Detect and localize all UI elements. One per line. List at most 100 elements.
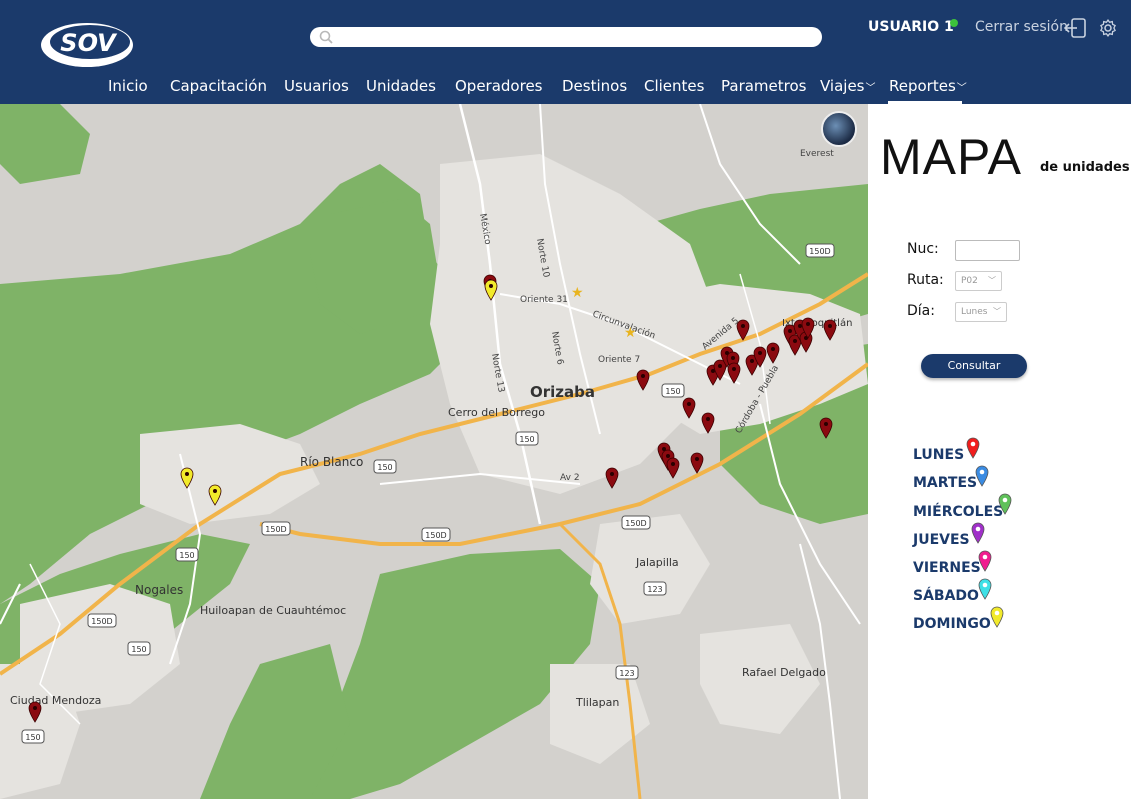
svg-text:150D: 150D xyxy=(425,531,446,540)
sov-logo[interactable]: SOV xyxy=(40,20,134,70)
map-label-street: Av 2 xyxy=(560,473,580,483)
map-view[interactable]: Orizaba Cerro del Borrego Río Blanco Nog… xyxy=(0,104,868,799)
map-label-rio-blanco: Río Blanco xyxy=(300,455,363,469)
map-label-orizaba: Orizaba xyxy=(530,383,595,401)
svg-text:150D: 150D xyxy=(91,617,112,626)
route-shield: 150D xyxy=(805,243,835,258)
dia-select[interactable]: Lunes ﹀ xyxy=(955,302,1007,322)
chevron-down-icon: ﹀ xyxy=(993,307,1001,316)
svg-text:150: 150 xyxy=(519,435,534,444)
nav-clientes[interactable]: Clientes xyxy=(644,77,704,95)
nav-unidades[interactable]: Unidades xyxy=(366,77,436,95)
map-label-cerro: Cerro del Borrego xyxy=(448,406,545,419)
green-zone xyxy=(0,104,90,184)
svg-text:150D: 150D xyxy=(625,519,646,528)
svg-text:123: 123 xyxy=(647,585,662,594)
chevron-down-icon: ﹀ xyxy=(865,83,876,94)
map-label-street: Everest xyxy=(800,149,834,159)
nav-operadores[interactable]: Operadores xyxy=(455,77,543,95)
star-icon: ★ xyxy=(624,325,637,341)
map-label-street: Oriente 7 xyxy=(598,355,640,365)
globe-icon[interactable] xyxy=(821,111,857,147)
chevron-down-icon: ﹀ xyxy=(956,83,967,94)
page-title: MAPA xyxy=(880,129,1022,185)
search-icon xyxy=(319,30,333,44)
dia-select-value: Lunes xyxy=(961,307,988,317)
urban-area xyxy=(590,514,710,624)
nuc-input[interactable] xyxy=(955,240,1020,261)
legend-viernes: VIERNES xyxy=(913,560,981,576)
route-shield: 150 xyxy=(21,729,45,744)
legend-jueves: JUEVES xyxy=(913,532,970,548)
nav-parametros[interactable]: Parametros xyxy=(721,77,806,95)
svg-text:150: 150 xyxy=(179,551,194,560)
pin-icon-jueves xyxy=(971,522,985,544)
ruta-select[interactable]: P02 ﹀ xyxy=(955,271,1002,291)
map-label-jalapilla: Jalapilla xyxy=(635,556,679,569)
svg-text:150: 150 xyxy=(25,733,40,742)
nav-reportes[interactable]: Reportes﹀ xyxy=(889,77,967,95)
logout-icon[interactable] xyxy=(1064,17,1088,39)
legend-martes: MARTES xyxy=(913,475,978,491)
map-label-huiloapan: Huiloapan de Cuauhtémoc xyxy=(200,604,346,617)
svg-text:123: 123 xyxy=(619,669,634,678)
main-nav: Inicio Capacitación Usuarios Unidades Op… xyxy=(0,77,1131,99)
map-label-nogales: Nogales xyxy=(135,583,183,597)
legend-sabado: SÁBADO xyxy=(913,588,979,604)
pin-icon-miercoles xyxy=(998,493,1012,515)
route-shield: 123 xyxy=(643,581,667,596)
svg-text:150D: 150D xyxy=(809,247,830,256)
map-label-ciudad-mendoza: Ciudad Mendoza xyxy=(10,694,101,707)
pin-icon-viernes xyxy=(978,550,992,572)
pin-icon-martes xyxy=(975,465,989,487)
logo-text: SOV xyxy=(60,29,118,57)
legend-lunes: LUNES xyxy=(913,447,965,463)
nav-destinos[interactable]: Destinos xyxy=(562,77,627,95)
logout-link[interactable]: Cerrar sesión xyxy=(975,19,1068,35)
map-label-tlilapan: Tlilapan xyxy=(575,696,619,709)
legend-miercoles: MIÉRCOLES xyxy=(913,504,1004,520)
chevron-down-icon: ﹀ xyxy=(988,276,996,285)
page-subtitle: de unidades xyxy=(1040,160,1130,175)
side-panel xyxy=(868,104,1131,799)
route-shield: 150 xyxy=(515,431,539,446)
dia-label: Día: xyxy=(907,303,935,319)
route-shield: 123 xyxy=(615,665,639,680)
pin-icon-domingo xyxy=(990,606,1004,628)
svg-text:150: 150 xyxy=(665,387,680,396)
nav-inicio[interactable]: Inicio xyxy=(108,77,148,95)
map-marker-red[interactable] xyxy=(666,457,680,479)
pin-icon-sabado xyxy=(978,578,992,600)
map-label-street: Oriente 31 xyxy=(520,295,568,305)
map-marker-red[interactable] xyxy=(605,467,619,489)
urban-area xyxy=(700,624,820,734)
ruta-select-value: P02 xyxy=(961,276,978,286)
svg-text:150: 150 xyxy=(377,463,392,472)
star-icon: ★ xyxy=(571,285,584,301)
map-label-rafael-delgado: Rafael Delgado xyxy=(742,666,826,679)
gear-icon[interactable] xyxy=(1098,18,1118,38)
search-input[interactable] xyxy=(310,27,822,47)
map-marker-red[interactable] xyxy=(690,452,704,474)
legend-domingo: DOMINGO xyxy=(913,616,991,632)
route-shield: 150D xyxy=(421,527,451,542)
urban-area xyxy=(140,424,320,524)
route-shield: 150 xyxy=(127,641,151,656)
pin-icon-lunes xyxy=(966,437,980,459)
consultar-button[interactable]: Consultar xyxy=(921,354,1027,378)
online-status-dot xyxy=(950,19,958,27)
svg-text:150: 150 xyxy=(131,645,146,654)
route-shield: 150 xyxy=(175,547,199,562)
svg-text:150D: 150D xyxy=(265,525,286,534)
route-shield: 150 xyxy=(661,383,685,398)
map-canvas[interactable]: Orizaba Cerro del Borrego Río Blanco Nog… xyxy=(0,104,868,799)
nav-viajes[interactable]: Viajes﹀ xyxy=(820,77,876,95)
nav-capacitacion[interactable]: Capacitación xyxy=(170,77,267,95)
nav-usuarios[interactable]: Usuarios xyxy=(284,77,349,95)
route-shield: 150D xyxy=(621,515,651,530)
route-shield: 150 xyxy=(373,459,397,474)
nuc-label: Nuc: xyxy=(907,241,939,257)
ruta-label: Ruta: xyxy=(907,272,944,288)
route-shield: 150D xyxy=(87,613,117,628)
user-name[interactable]: USUARIO 1 xyxy=(868,19,954,35)
